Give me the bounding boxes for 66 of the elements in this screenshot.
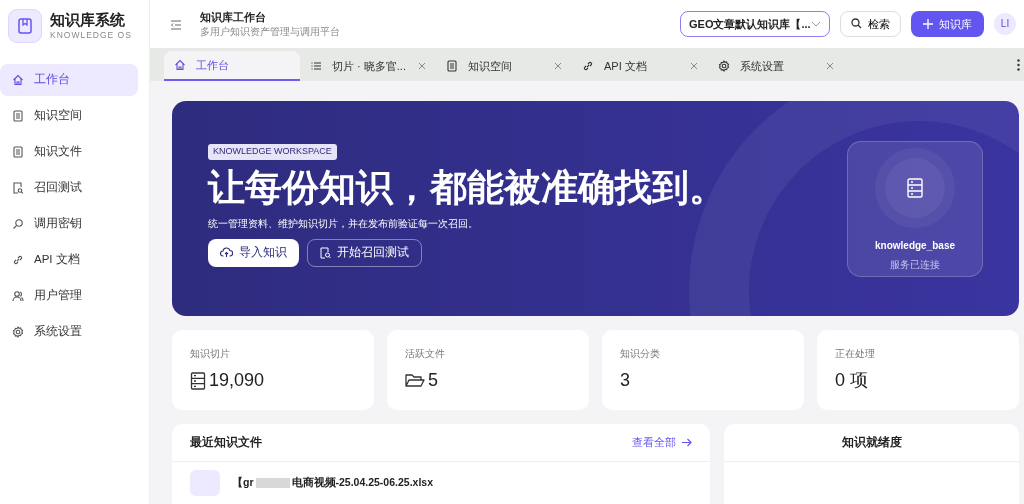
stat-label: 活跃文件 — [405, 347, 446, 361]
chevron-down-icon — [811, 20, 821, 27]
document-search-icon — [12, 182, 24, 194]
settings-icon — [718, 60, 730, 72]
book-logo-icon — [8, 9, 42, 43]
home-icon — [174, 59, 186, 71]
tab[interactable]: 知识空间 — [436, 51, 572, 81]
document-icon — [12, 146, 24, 158]
search-icon — [12, 218, 24, 230]
stat-label: 正在处理 — [835, 347, 876, 361]
file-name[interactable]: 【gr 电商视频-25.04.25-06.25.xlsx — [232, 475, 433, 491]
document-icon — [446, 60, 458, 72]
stat-label: 知识分类 — [620, 347, 661, 361]
close-icon[interactable] — [826, 62, 834, 70]
knowledge-base-select[interactable]: GEO文章默认知识库【... — [680, 10, 830, 37]
sidebar-item[interactable]: 召回测试 — [0, 172, 138, 204]
page-subtitle: 多用户知识资产管理与调用平台 — [200, 25, 340, 40]
close-icon[interactable] — [554, 62, 562, 70]
start-recall-test-button[interactable]: 开始召回测试 — [307, 238, 422, 267]
app-subtitle: KNOWLEDGE OS — [50, 28, 132, 42]
cloud-upload-icon — [220, 247, 233, 259]
sidebar-item[interactable]: 调用密钥 — [0, 208, 138, 240]
page-title: 知识库工作台 — [200, 9, 267, 25]
tab[interactable]: 工作台 — [164, 51, 300, 81]
link-icon — [12, 254, 24, 266]
hero-headline: 让每份知识，都能被准确找到。 — [208, 165, 726, 210]
sidebar-item[interactable]: 知识空间 — [0, 100, 138, 132]
settings-icon — [12, 326, 24, 338]
sidebar-item[interactable]: API 文档 — [0, 244, 138, 276]
search-button[interactable]: 检索 — [840, 10, 901, 37]
add-knowledge-base-button[interactable]: 知识库 — [911, 10, 984, 37]
tab[interactable]: API 文档 — [572, 51, 708, 81]
plus-icon — [923, 18, 933, 29]
document-icon — [12, 110, 24, 122]
arrow-right-icon — [682, 438, 692, 447]
import-knowledge-button[interactable]: 导入知识 — [208, 238, 299, 267]
card-title: 知识就绪度 — [841, 434, 902, 450]
close-icon[interactable] — [418, 62, 426, 70]
stat-value: 19,090 — [209, 369, 265, 392]
app-title: 知识库系统 — [50, 10, 126, 29]
sidebar-item[interactable]: 知识文件 — [0, 136, 138, 168]
users-icon — [12, 290, 24, 302]
stat-value: 0 项 — [835, 369, 868, 392]
sidebar-item[interactable]: 工作台 — [0, 64, 138, 96]
service-status: 服务已连接 — [890, 258, 940, 272]
tab[interactable]: 系统设置 — [708, 51, 844, 81]
sidebar-item[interactable]: 用户管理 — [0, 280, 138, 312]
search-icon — [851, 18, 862, 30]
home-icon — [12, 74, 24, 86]
card-title: 最近知识文件 — [190, 434, 262, 450]
link-icon — [582, 60, 594, 72]
tab[interactable]: 切片 · 晓多官... — [300, 51, 436, 81]
stat-value: 5 — [428, 369, 438, 392]
list-icon — [310, 60, 322, 72]
user-avatar[interactable]: LI — [994, 12, 1016, 35]
document-search-icon — [320, 246, 331, 259]
server-icon — [190, 371, 206, 390]
service-name: knowledge_base — [875, 239, 955, 253]
view-all-link[interactable]: 查看全部 — [632, 434, 692, 451]
folder-icon — [405, 373, 425, 388]
sidebar-item[interactable]: 系统设置 — [0, 316, 138, 348]
stat-value: 3 — [620, 369, 630, 392]
stat-label: 知识切片 — [190, 347, 231, 361]
workspace-tag: KNOWLEDGE WORKSPACE — [208, 144, 337, 160]
hero-description: 统一管理资料、维护知识切片，并在发布前验证每一次召回。 — [208, 216, 479, 231]
close-icon[interactable] — [690, 62, 698, 70]
